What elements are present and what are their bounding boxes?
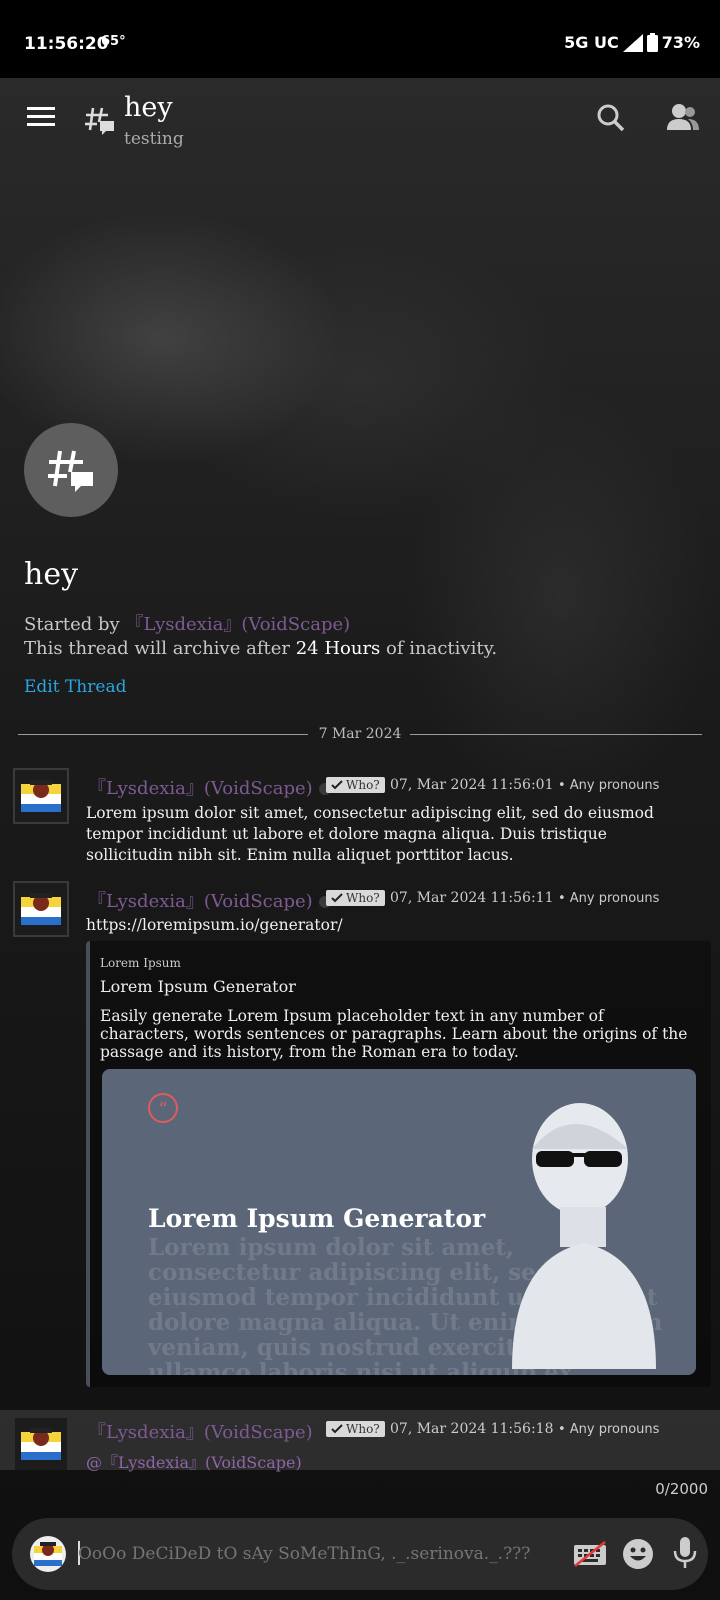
avatar[interactable]: [13, 768, 69, 824]
user-mention[interactable]: @『Lysdexia』(VoidScape): [86, 1449, 302, 1473]
status-right: 5G UC 73%: [564, 33, 700, 52]
date-divider-left: [18, 734, 308, 735]
who-badge-label: Who?: [346, 1422, 380, 1436]
message-input[interactable]: [78, 1544, 548, 1564]
bust-illustration: [512, 1103, 656, 1369]
composer-avatar[interactable]: [30, 1536, 66, 1572]
archive-notice: This thread will archive after 24 Hours …: [24, 638, 497, 659]
who-badge[interactable]: Who?: [326, 1421, 385, 1437]
battery-percent: 73%: [661, 33, 700, 52]
message-timestamp: 07, Mar 2024 11:56:18 • Any pronouns: [390, 1421, 660, 1437]
message-pronouns: • Any pronouns: [557, 891, 660, 906]
who-badge[interactable]: Who?: [326, 890, 385, 906]
message-pronouns: • Any pronouns: [557, 1422, 660, 1437]
embed-provider[interactable]: Lorem Ipsum: [100, 956, 181, 970]
emoji-icon[interactable]: [622, 1538, 654, 1574]
network-label: 5G UC: [564, 33, 619, 52]
thread-avatar: [24, 423, 118, 517]
avatar[interactable]: [13, 881, 69, 937]
check-icon: [331, 1424, 343, 1434]
check-icon: [331, 893, 343, 903]
message-timestamp: 07, Mar 2024 11:56:11 • Any pronouns: [390, 890, 660, 906]
who-badge[interactable]: Who?: [326, 777, 385, 793]
embed-description: Easily generate Lorem Ipsum placeholder …: [100, 1007, 688, 1061]
date-separator: 7 Mar 2024: [318, 726, 402, 742]
status-temperature: 65°: [101, 34, 126, 49]
message-author[interactable]: 『Lysdexia』(VoidScape): [88, 887, 331, 913]
started-by-label: Started by: [24, 614, 120, 635]
edit-thread-link[interactable]: Edit Thread: [24, 677, 126, 697]
signal-icon: [622, 33, 643, 52]
members-icon[interactable]: [666, 103, 700, 135]
message-body: Lorem ipsum dolor sit amet, consectetur …: [86, 804, 654, 864]
battery-icon: [646, 33, 658, 52]
embed-image-title: Lorem Ipsum Generator: [148, 1204, 486, 1233]
microphone-icon[interactable]: [673, 1536, 697, 1574]
character-counter: 0/2000: [655, 1480, 708, 1498]
check-icon: [331, 780, 343, 790]
thread-hash-icon: [48, 450, 93, 492]
app-bar-subtitle: testing: [124, 129, 184, 149]
message-timestamp: 07, Mar 2024 11:56:01 • Any pronouns: [390, 777, 660, 793]
thread-icon: [84, 104, 116, 140]
date-divider-right: [410, 734, 702, 735]
message-author[interactable]: 『Lysdexia』(VoidScape): [88, 774, 331, 800]
archive-prefix: This thread will archive after: [24, 638, 290, 659]
keyboard-off-icon[interactable]: [572, 1540, 608, 1572]
menu-icon[interactable]: [26, 104, 56, 132]
who-badge-label: Who?: [346, 891, 380, 905]
archive-suffix: of inactivity.: [386, 638, 498, 659]
message-author[interactable]: 『Lysdexia』(VoidScape): [88, 1418, 313, 1444]
started-by: Started by 『Lysdexia』(VoidScape): [24, 610, 350, 636]
embed-image[interactable]: “ Lorem Ipsum Generator Lorem ipsum dolo…: [102, 1069, 696, 1375]
status-time: 11:56:20: [24, 34, 109, 54]
search-icon[interactable]: [596, 103, 626, 137]
avatar[interactable]: [13, 1416, 69, 1472]
started-by-user[interactable]: 『Lysdexia』(VoidScape): [125, 614, 350, 635]
who-badge-label: Who?: [346, 778, 380, 792]
message-link[interactable]: https://loremipsum.io/generator/: [86, 915, 696, 936]
app-bar-title: hey: [124, 92, 173, 123]
archive-duration: 24 Hours: [295, 638, 381, 659]
embed-title[interactable]: Lorem Ipsum Generator: [100, 977, 296, 996]
message-pronouns: • Any pronouns: [557, 778, 660, 793]
thread-title: hey: [24, 557, 79, 592]
quote-icon: “: [148, 1093, 178, 1123]
